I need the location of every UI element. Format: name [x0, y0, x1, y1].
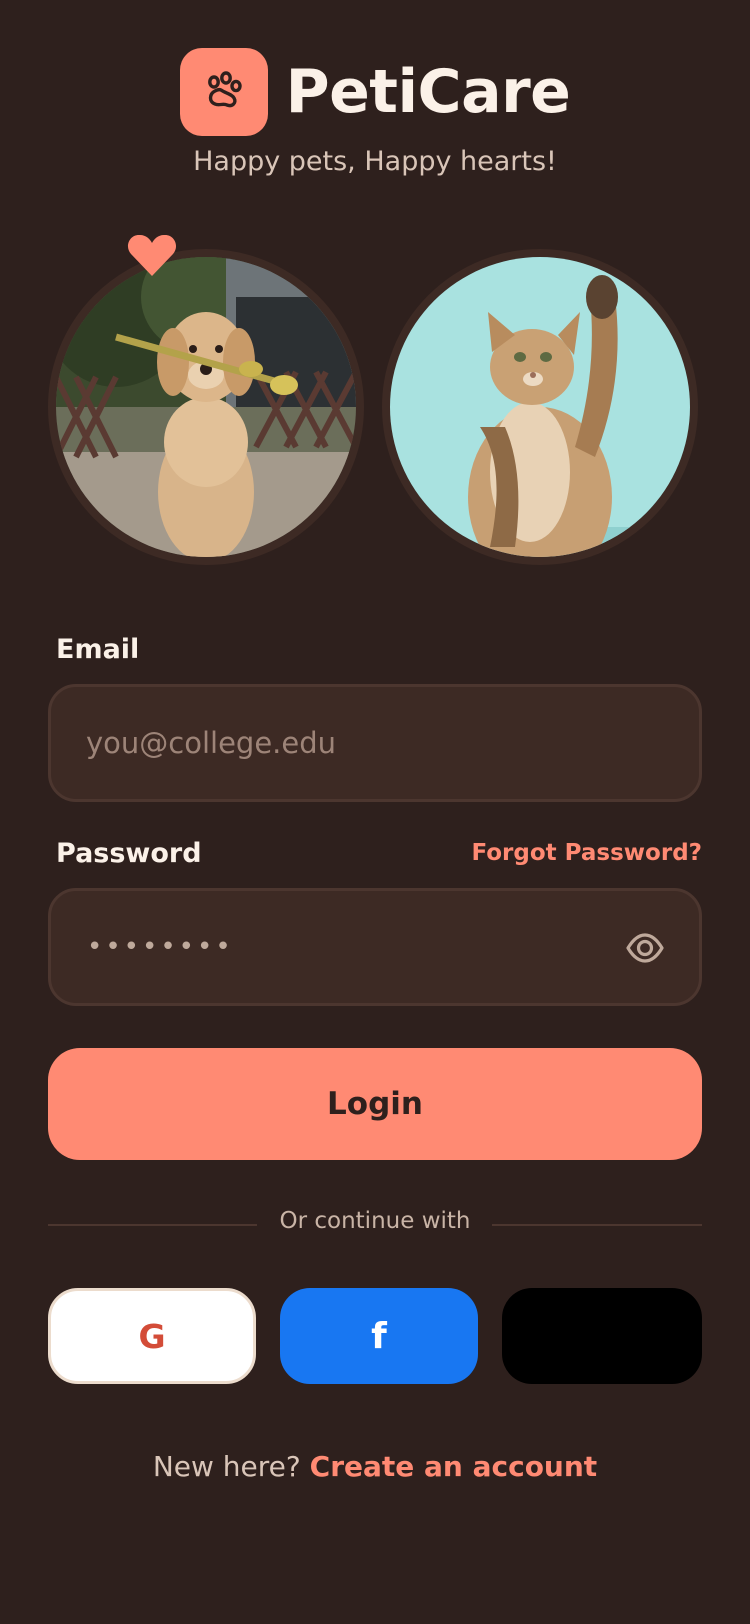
signup-prompt: New here? [152, 1450, 301, 1483]
create-account-link[interactable]: Create an account [310, 1450, 598, 1483]
app-logo [179, 48, 268, 136]
dog-photo [48, 249, 364, 565]
apple-login-button[interactable] [502, 1288, 702, 1384]
login-screen: PetiCare Happy pets, Happy hearts! Email… [0, 0, 750, 1624]
email-field[interactable] [84, 725, 648, 761]
tagline: Happy pets, Happy hearts! [193, 146, 557, 177]
password-field[interactable]: •••••••• [48, 888, 702, 1006]
brand-header: PetiCare [0, 48, 750, 136]
password-value: •••••••• [87, 932, 234, 962]
password-label: Password [56, 838, 202, 869]
eye-icon[interactable] [625, 928, 665, 968]
google-login-button[interactable]: G [48, 1288, 256, 1384]
divider-text: Or continue with [279, 1208, 471, 1234]
forgot-password-link[interactable]: Forgot Password? [471, 840, 702, 866]
facebook-icon: f [371, 1315, 387, 1357]
google-icon: G [138, 1316, 166, 1356]
divider-right [492, 1224, 702, 1226]
app-title: PetiCare [285, 57, 571, 127]
paw-icon [207, 71, 242, 108]
signup-row: New here? Create an account [0, 1450, 750, 1483]
heart-icon[interactable] [127, 232, 177, 278]
login-button[interactable]: Login [48, 1048, 702, 1160]
cat-photo [382, 249, 698, 565]
facebook-login-button[interactable]: f [280, 1288, 478, 1384]
email-label: Email [56, 634, 140, 665]
email-field-container [48, 684, 702, 802]
